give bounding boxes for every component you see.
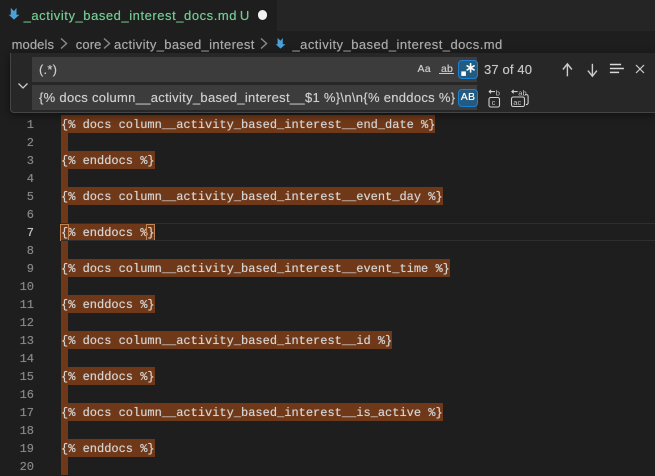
svg-text:c: c bbox=[491, 98, 495, 107]
svg-text:ac: ac bbox=[513, 98, 521, 107]
svg-text:b: b bbox=[495, 89, 499, 98]
svg-text:ab: ab bbox=[518, 89, 526, 98]
